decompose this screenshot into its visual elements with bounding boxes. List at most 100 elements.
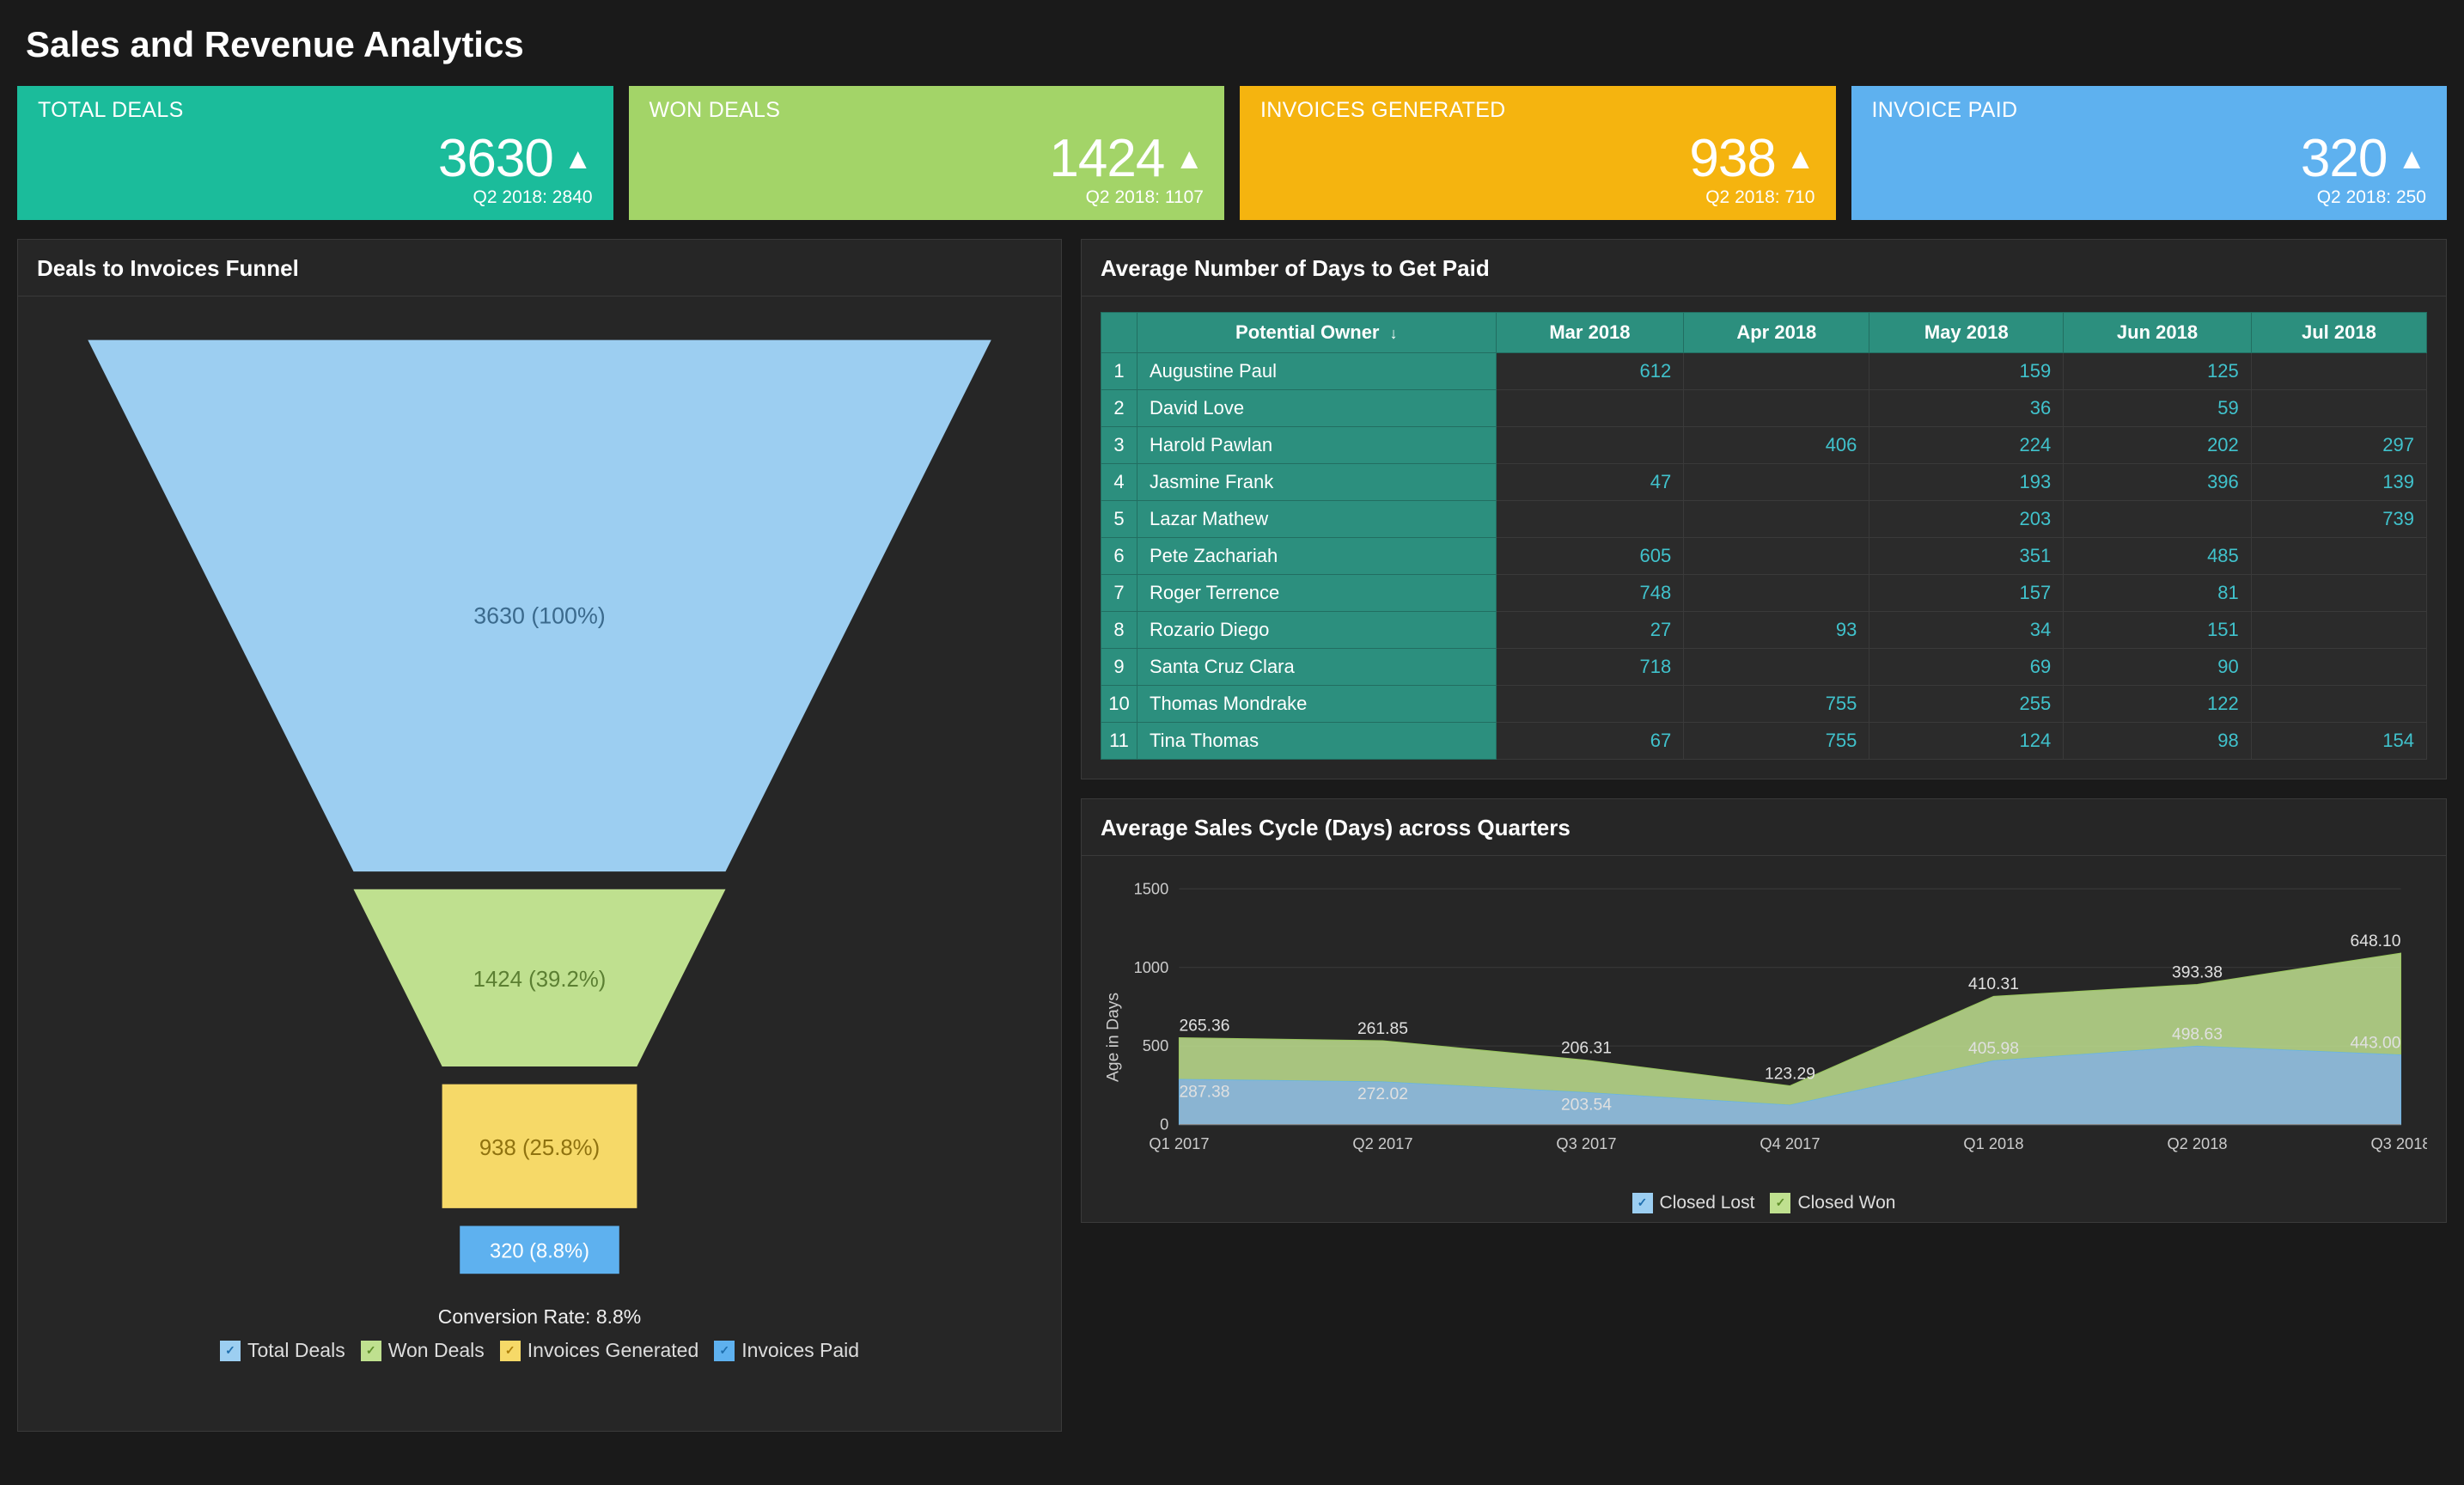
row-number: 9 [1101, 649, 1137, 686]
cell-value [2251, 612, 2426, 649]
kpi-value-row: 320 ▲ [1872, 128, 2427, 189]
kpi-won-deals[interactable]: WON DEALS 1424 ▲ Q2 2018: 1107 [629, 86, 1225, 220]
data-label: 648.10 [2351, 932, 2401, 950]
table-row[interactable]: 7Roger Terrence74815781 [1101, 575, 2427, 612]
row-number: 11 [1101, 723, 1137, 760]
funnel-stage-4-label: 320 (8.8%) [490, 1241, 589, 1263]
legend-label: Invoices Generated [528, 1339, 698, 1362]
owner-name: Rozario Diego [1137, 612, 1497, 649]
cell-value [1684, 538, 1869, 575]
legend-item[interactable]: ✓ Invoices Paid [714, 1339, 859, 1362]
days-to-paid-table[interactable]: Potential Owner ↓ Mar 2018 Apr 2018 May … [1082, 296, 2446, 779]
cell-value [1684, 353, 1869, 390]
cell-value: 93 [1684, 612, 1869, 649]
table-row[interactable]: 3Harold Pawlan406224202297 [1101, 427, 2427, 464]
table-row[interactable]: 8Rozario Diego279334151 [1101, 612, 2427, 649]
area-chart[interactable]: Age in Days 050010001500265.36287.38261.… [1082, 856, 2446, 1222]
data-label: 405.98 [1968, 1040, 2019, 1058]
trend-up-icon: ▲ [1786, 144, 1815, 174]
funnel-stage-1-label: 3630 (100%) [473, 603, 605, 629]
col-header-month[interactable]: May 2018 [1869, 313, 2064, 353]
area-svg: Age in Days 050010001500265.36287.38261.… [1101, 871, 2427, 1186]
data-table: Potential Owner ↓ Mar 2018 Apr 2018 May … [1101, 312, 2427, 760]
x-tick-label: Q2 2017 [1352, 1134, 1412, 1152]
kpi-subtext: Q2 2018: 2840 [38, 187, 593, 208]
cell-value [1684, 501, 1869, 538]
cell-value: 297 [2251, 427, 2426, 464]
data-label: 287.38 [1179, 1083, 1229, 1101]
check-icon: ✓ [1632, 1193, 1653, 1213]
kpi-row: TOTAL DEALS 3630 ▲ Q2 2018: 2840 WON DEA… [17, 86, 2447, 220]
funnel-stage-2-label: 1424 (39.2%) [473, 968, 607, 992]
col-header-month[interactable]: Jun 2018 [2064, 313, 2252, 353]
cell-value: 98 [2064, 723, 2252, 760]
cell-value: 90 [2064, 649, 2252, 686]
row-number: 4 [1101, 464, 1137, 501]
trend-up-icon: ▲ [564, 144, 593, 174]
row-number: 3 [1101, 427, 1137, 464]
cell-value: 36 [1869, 390, 2064, 427]
kpi-invoice-paid[interactable]: INVOICE PAID 320 ▲ Q2 2018: 250 [1851, 86, 2448, 220]
kpi-value: 1424 [1049, 128, 1164, 189]
legend-item[interactable]: ✓ Invoices Generated [500, 1339, 698, 1362]
table-row[interactable]: 1Augustine Paul612159125 [1101, 353, 2427, 390]
col-header-month[interactable]: Jul 2018 [2251, 313, 2426, 353]
cell-value: 351 [1869, 538, 2064, 575]
table-row[interactable]: 6Pete Zachariah605351485 [1101, 538, 2427, 575]
legend-item[interactable]: ✓ Closed Won [1770, 1193, 1895, 1213]
legend-label: Total Deals [247, 1339, 345, 1362]
cell-value: 203 [1869, 501, 2064, 538]
kpi-subtext: Q2 2018: 250 [1872, 187, 2427, 208]
check-icon: ✓ [714, 1341, 735, 1361]
kpi-value-row: 1424 ▲ [650, 128, 1205, 189]
kpi-invoices-generated[interactable]: INVOICES GENERATED 938 ▲ Q2 2018: 710 [1240, 86, 1836, 220]
page-title: Sales and Revenue Analytics [26, 24, 2447, 65]
x-tick-label: Q1 2018 [1963, 1134, 2023, 1152]
data-label: 265.36 [1179, 1017, 1229, 1035]
svg-text:1000: 1000 [1134, 958, 1169, 976]
kpi-value: 320 [2301, 128, 2387, 189]
table-row[interactable]: 10Thomas Mondrake755255122 [1101, 686, 2427, 723]
col-header-month[interactable]: Apr 2018 [1684, 313, 1869, 353]
table-row[interactable]: 11Tina Thomas6775512498154 [1101, 723, 2427, 760]
cell-value: 718 [1496, 649, 1684, 686]
owner-name: Roger Terrence [1137, 575, 1497, 612]
data-label: 410.31 [1968, 975, 2019, 993]
cell-value [2251, 390, 2426, 427]
kpi-label: WON DEALS [650, 98, 1205, 123]
cell-value: 81 [2064, 575, 2252, 612]
dashboard-body: Deals to Invoices Funnel 3630 (100%) 142… [17, 239, 2447, 1432]
cell-value [1496, 390, 1684, 427]
kpi-label: INVOICES GENERATED [1260, 98, 1815, 123]
legend-item[interactable]: ✓ Total Deals [220, 1339, 345, 1362]
funnel-svg: 3630 (100%) 1424 (39.2%) 938 (25.8%) 320… [52, 322, 1027, 1297]
cell-value: 739 [2251, 501, 2426, 538]
legend-item[interactable]: ✓ Won Deals [361, 1339, 485, 1362]
owner-name: David Love [1137, 390, 1497, 427]
kpi-total-deals[interactable]: TOTAL DEALS 3630 ▲ Q2 2018: 2840 [17, 86, 613, 220]
svg-text:0: 0 [1160, 1115, 1168, 1134]
check-icon: ✓ [361, 1341, 381, 1361]
funnel-stage-3-label: 938 (25.8%) [479, 1136, 600, 1160]
data-label: 123.29 [1765, 1065, 1815, 1083]
cell-value [2064, 501, 2252, 538]
col-header-month[interactable]: Mar 2018 [1496, 313, 1684, 353]
row-number: 6 [1101, 538, 1137, 575]
owner-name: Santa Cruz Clara [1137, 649, 1497, 686]
kpi-subtext: Q2 2018: 1107 [650, 187, 1205, 208]
cell-value [2251, 353, 2426, 390]
table-row[interactable]: 9Santa Cruz Clara7186990 [1101, 649, 2427, 686]
legend-item[interactable]: ✓ Closed Lost [1632, 1193, 1755, 1213]
table-header-row: Potential Owner ↓ Mar 2018 Apr 2018 May … [1101, 313, 2427, 353]
table-row[interactable]: 5Lazar Mathew203739 [1101, 501, 2427, 538]
row-number: 5 [1101, 501, 1137, 538]
cell-value: 47 [1496, 464, 1684, 501]
funnel-chart[interactable]: 3630 (100%) 1424 (39.2%) 938 (25.8%) 320… [18, 296, 1061, 1379]
cell-value: 224 [1869, 427, 2064, 464]
owner-name: Tina Thomas [1137, 723, 1497, 760]
row-number: 10 [1101, 686, 1137, 723]
table-row[interactable]: 2David Love3659 [1101, 390, 2427, 427]
col-header-owner[interactable]: Potential Owner ↓ [1137, 313, 1497, 353]
area-legend: ✓ Closed Lost ✓ Closed Won [1101, 1193, 2427, 1213]
table-row[interactable]: 4Jasmine Frank47193396139 [1101, 464, 2427, 501]
